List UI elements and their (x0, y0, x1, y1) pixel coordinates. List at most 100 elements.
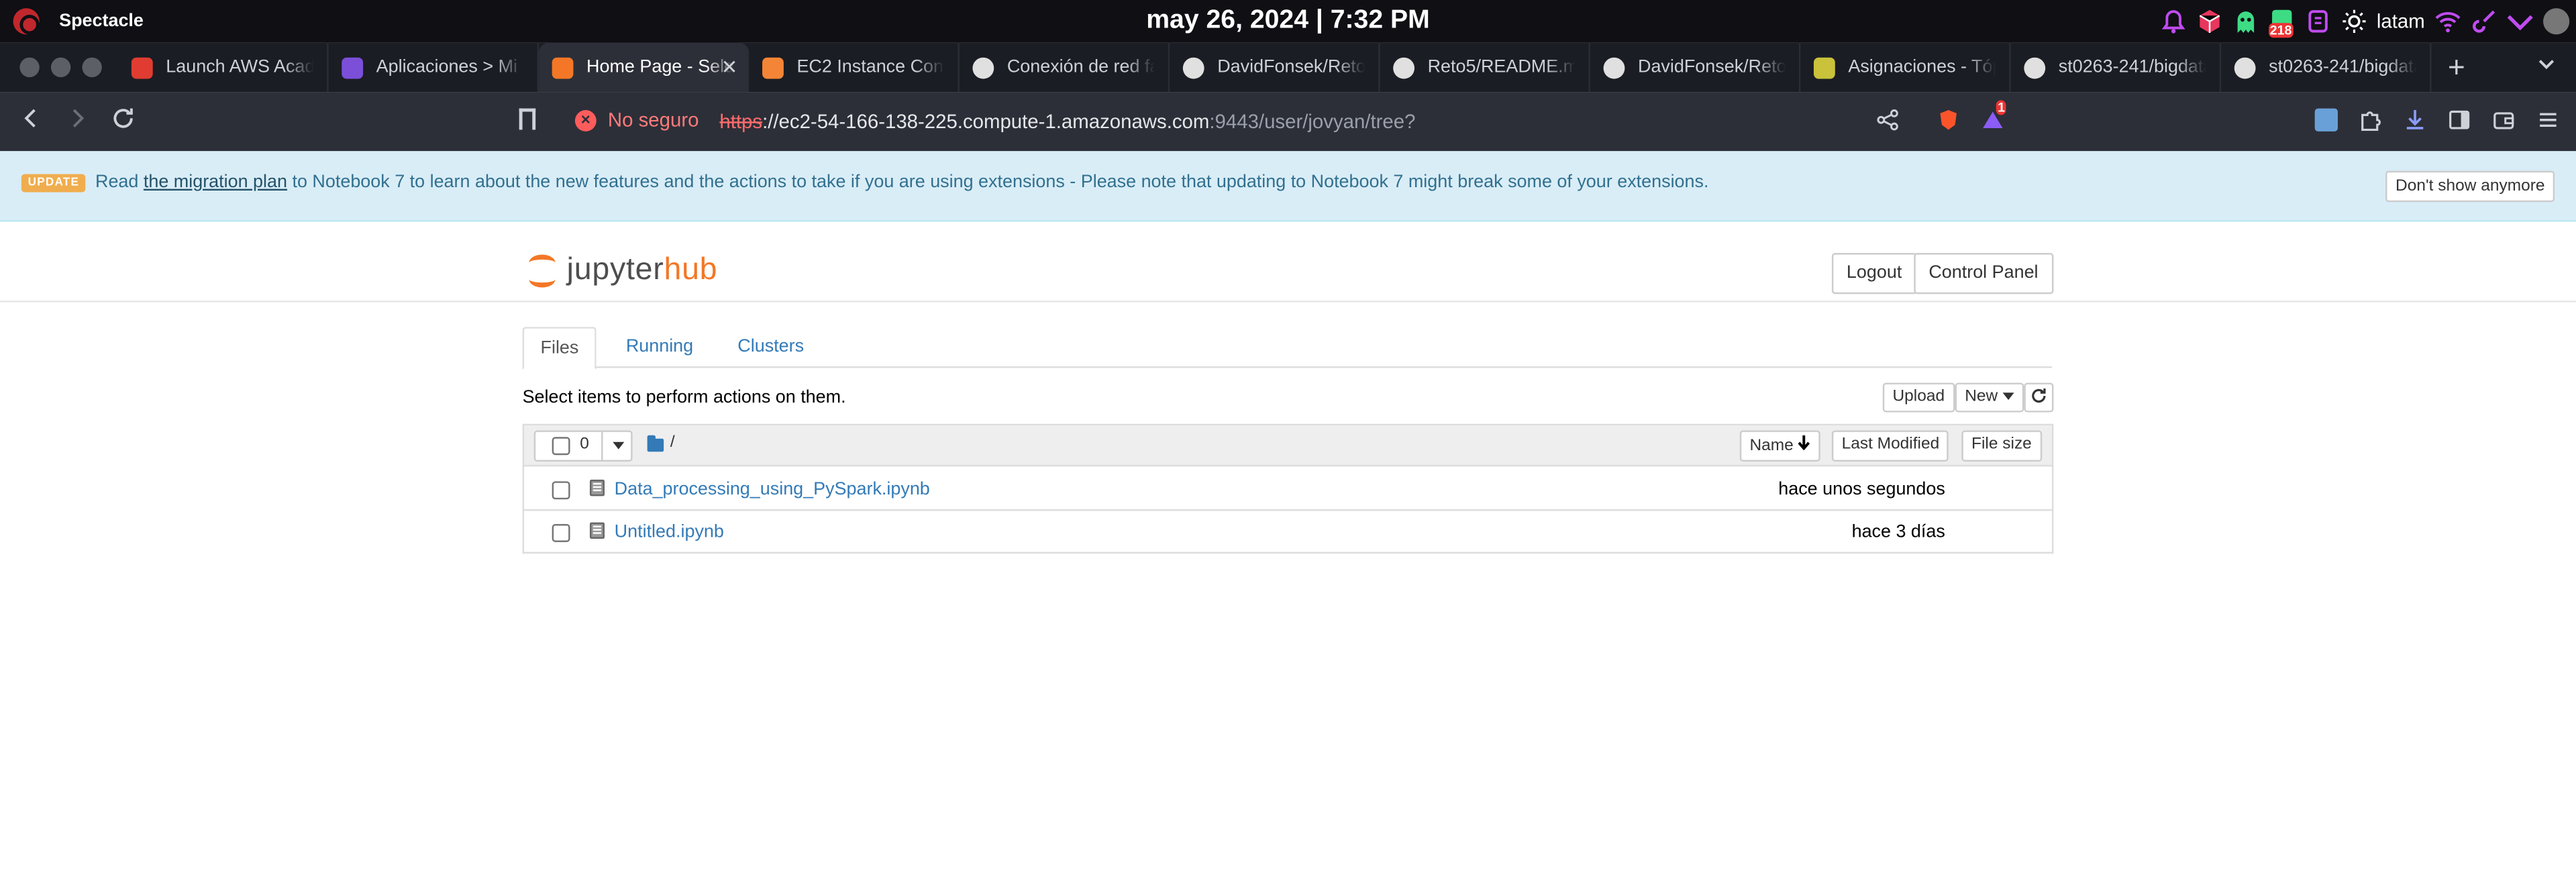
keyboard-layout[interactable]: latam (2377, 10, 2425, 33)
notebook-icon (589, 479, 605, 496)
window-minimize-button[interactable] (50, 57, 71, 78)
avatar-icon[interactable] (2543, 8, 2570, 35)
wifi-icon[interactable] (2434, 8, 2461, 34)
ghost-icon[interactable] (2232, 8, 2258, 34)
tab-label: Conexión de red fallida (1007, 57, 1155, 78)
browser-tab[interactable]: DavidFonsek/Reto7 (1590, 42, 1801, 93)
openai-icon (972, 56, 994, 79)
bell-icon[interactable] (2160, 8, 2186, 34)
update-banner: UPDATE Read the migration plan to Notebo… (0, 151, 2576, 222)
browser-tab[interactable]: EC2 Instance Connect (749, 42, 960, 93)
file-checkbox[interactable] (552, 524, 570, 542)
caret-down-icon (2002, 393, 2014, 401)
browser-tab[interactable]: st0263-241/bigdata (2221, 42, 2432, 93)
calendar-badge-icon[interactable]: 218 (2268, 8, 2294, 38)
os-top-bar: Spectacle may 26, 2024 | 7:32 PM 218 lat… (0, 0, 2576, 43)
browser-tab[interactable]: Aplicaciones > Mi cuenta (329, 42, 539, 93)
file-list-header: 0 / Name Last Modified File size (524, 425, 2052, 467)
browser-tab[interactable]: DavidFonsek/Reto7 (1170, 42, 1380, 93)
file-name-link[interactable]: Untitled.ipynb (615, 523, 724, 542)
new-label: New (1965, 387, 1998, 406)
github-icon (2024, 56, 2046, 79)
reload-button[interactable] (100, 106, 146, 138)
logout-button[interactable]: Logout (1831, 253, 1917, 295)
sort-name-button[interactable]: Name (1739, 430, 1821, 462)
tab-files[interactable]: Files (522, 327, 597, 370)
tab-label: Aplicaciones > Mi cuenta (376, 57, 524, 78)
address-bar[interactable]: https://ec2-54-166-138-225.compute-1.ama… (719, 110, 1415, 133)
jupyter-header: jupyterhub Logout Control Panel (0, 222, 2576, 303)
tab-label: st0263-241/bigdata (2269, 57, 2417, 78)
banner-message: Read the migration plan to Notebook 7 to… (95, 172, 1708, 192)
app-icon (342, 56, 364, 79)
notes-icon[interactable] (2304, 8, 2330, 34)
browser-tab[interactable]: st0263-241/bigdata (2011, 42, 2222, 93)
folder-icon[interactable] (647, 435, 664, 452)
browser-tab[interactable]: Asignaciones - Tópicos (1800, 42, 2011, 93)
window-close-button[interactable] (19, 57, 40, 78)
banner-text-before: Read (95, 172, 144, 193)
browser-tab[interactable]: Reto5/README.md (1380, 42, 1590, 93)
brave-shields-icon[interactable] (1937, 109, 1960, 132)
update-badge: UPDATE (21, 174, 86, 193)
upload-button[interactable]: Upload (1882, 382, 1955, 413)
screen: Spectacle may 26, 2024 | 7:32 PM 218 lat… (0, 0, 2576, 889)
jupyter-icon (552, 56, 574, 79)
file-name-link[interactable]: Data_processing_using_PySpark.ipynb (615, 480, 930, 499)
security-indicator[interactable]: × No seguro (574, 109, 699, 132)
sort-file-size-button[interactable]: File size (1961, 430, 2042, 462)
logo-wordmark: jupyterhub (567, 253, 718, 289)
banner-text-after: to Notebook 7 to learn about the new fea… (287, 172, 1709, 193)
aws-academy-icon (131, 56, 153, 79)
browser-tab[interactable]: Launch AWS Academy (118, 42, 329, 93)
chevron-heart-icon[interactable] (2507, 8, 2533, 34)
extension-icon[interactable] (2314, 108, 2338, 132)
new-dropdown-button[interactable]: New (1955, 382, 2024, 413)
file-checkbox[interactable] (552, 481, 570, 500)
notebook-icon (589, 522, 605, 539)
file-row[interactable]: Untitled.ipynb hace 3 días (524, 511, 2052, 554)
breadcrumb[interactable]: / (670, 433, 675, 452)
guitar-icon[interactable] (2471, 8, 2497, 34)
jupyter-logo-icon (527, 252, 557, 291)
download-icon[interactable] (2404, 109, 2426, 132)
bookmark-icon[interactable] (519, 108, 536, 130)
sort-name-label: Name (1749, 437, 1794, 456)
spectacle-icon (13, 8, 40, 35)
browser-tab[interactable]: Home Page - Select or create a notebook✕ (539, 42, 750, 93)
sidebar-icon[interactable] (2448, 109, 2471, 132)
new-tab-button[interactable]: + (2448, 50, 2465, 85)
back-button[interactable] (8, 106, 54, 138)
forward-button[interactable] (54, 106, 101, 138)
migration-plan-link[interactable]: the migration plan (144, 172, 287, 192)
puzzle-icon[interactable] (2359, 109, 2382, 132)
dont-show-anymore-button[interactable]: Don't show anymore (2385, 170, 2555, 203)
package-icon[interactable] (2196, 8, 2222, 34)
tab-clusters[interactable]: Clusters (721, 327, 821, 370)
active-app[interactable]: Spectacle (13, 8, 144, 35)
tab-list-button[interactable] (2536, 54, 2556, 79)
close-tab-icon[interactable]: ✕ (721, 56, 738, 79)
notebook-tabs: Files Running Clusters (522, 327, 2052, 370)
tab-running[interactable]: Running (609, 327, 709, 370)
wallet-icon[interactable] (2492, 109, 2515, 132)
tab-label: st0263-241/bigdata (2058, 57, 2207, 78)
tab-label: EC2 Instance Connect (796, 57, 944, 78)
file-row[interactable]: Data_processing_using_PySpark.ipynb hace … (524, 468, 2052, 511)
share-icon[interactable] (1876, 109, 1899, 132)
control-panel-button[interactable]: Control Panel (1914, 253, 2053, 295)
menu-icon[interactable] (2536, 109, 2559, 132)
select-all-group: 0 (533, 430, 634, 462)
jupyterhub-logo[interactable]: jupyterhub (527, 252, 717, 291)
brave-rewards-icon[interactable]: 1 (1981, 100, 2007, 132)
sort-last-modified-button[interactable]: Last Modified (1831, 430, 1949, 462)
tab-label: Launch AWS Academy (166, 57, 313, 78)
select-all-checkbox[interactable] (552, 437, 570, 456)
caret-down-icon (613, 441, 625, 450)
select-menu-button[interactable] (601, 431, 634, 460)
browser-tab[interactable]: Conexión de red fallida (960, 42, 1170, 93)
window-maximize-button[interactable] (82, 57, 102, 78)
tab-label: Home Page - Select or create a notebook (586, 57, 735, 78)
brightness-icon[interactable] (2340, 8, 2367, 34)
refresh-button[interactable] (2024, 382, 2054, 413)
